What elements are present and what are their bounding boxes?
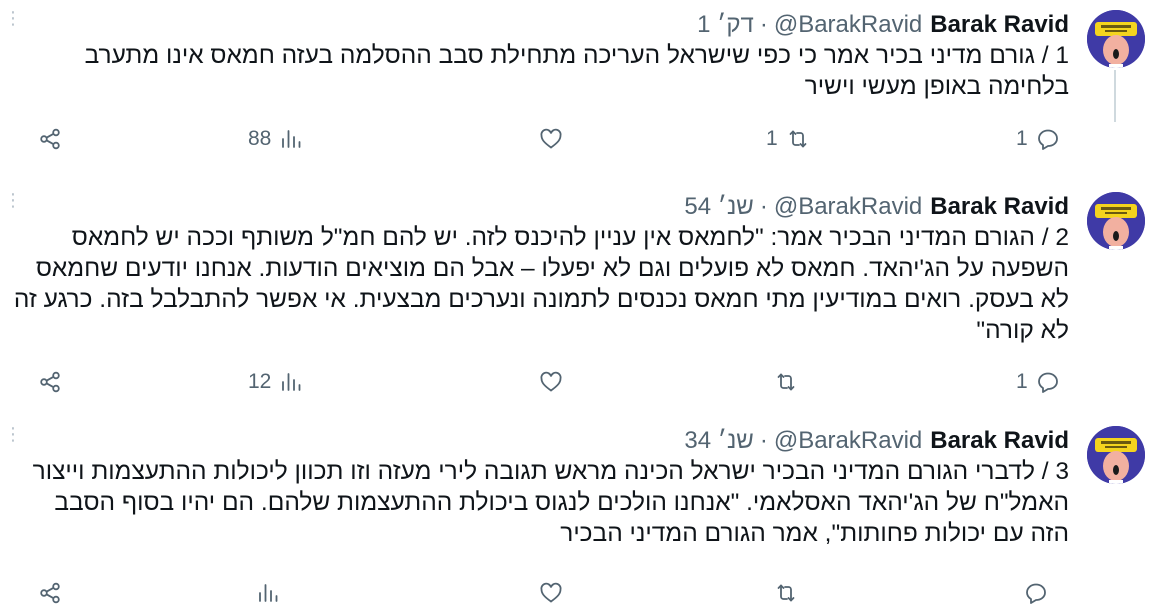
views-button[interactable]: 88 (248, 122, 303, 156)
avatar[interactable] (1087, 426, 1145, 484)
reply-icon (1037, 372, 1058, 393)
like-button[interactable] (539, 122, 563, 156)
tweet[interactable]: ⋮ Barak Ravid @BarakRavid · 34 שנ׳ 3 / ל… (0, 416, 1153, 609)
retweet-button[interactable] (766, 365, 798, 399)
author-handle[interactable]: @BarakRavid (774, 11, 922, 39)
retweet-button[interactable]: 1 (766, 122, 810, 156)
reply-button[interactable]: 1 (1016, 365, 1060, 399)
retweet-icon (777, 584, 795, 602)
more-icon[interactable]: ⋮ (4, 191, 22, 222)
tweet-text: 1 / גורם מדיני בכיר אמר כי כפי שישראל הע… (77, 42, 1069, 100)
author-handle[interactable]: @BarakRavid (774, 193, 922, 221)
more-icon[interactable]: ⋮ (4, 425, 22, 456)
tweet-text: 2 / הגורם המדיני הבכיר אמר: "לחמאס אין ע… (7, 224, 1069, 344)
views-button[interactable] (248, 576, 280, 609)
retweet-button[interactable] (766, 576, 798, 609)
retweet-icon (789, 130, 807, 148)
tweet[interactable]: ⋮ Barak Ravid @BarakRavid · 1 דק׳ 1 / גו… (0, 0, 1153, 182)
share-icon (40, 582, 60, 604)
reply-icon (1037, 129, 1058, 150)
views-count: 12 (248, 370, 272, 393)
timestamp[interactable]: 54 שנ׳ (684, 193, 753, 221)
separator: · (759, 427, 768, 454)
author-handle[interactable]: @BarakRavid (774, 427, 922, 455)
timestamp[interactable]: 1 דק׳ (697, 11, 754, 39)
tweet[interactable]: ⋮ Barak Ravid @BarakRavid · 54 שנ׳ 2 / ה… (0, 182, 1153, 416)
views-icon (282, 373, 301, 391)
like-button[interactable] (539, 365, 563, 399)
retweet-icon (777, 373, 795, 391)
heart-icon (540, 371, 562, 392)
heart-icon (540, 582, 562, 603)
views-icon (259, 584, 278, 602)
retweet-count: 1 (766, 127, 778, 150)
avatar[interactable] (1087, 192, 1145, 250)
separator: · (759, 193, 768, 220)
reply-icon (1026, 583, 1046, 604)
tweet-header: Barak Ravid @BarakRavid · 1 דק׳ (697, 10, 1069, 40)
author-name[interactable]: Barak Ravid (930, 427, 1069, 455)
share-button[interactable] (38, 365, 62, 399)
share-icon (40, 371, 60, 393)
like-button[interactable] (539, 576, 563, 609)
tweet-header: Barak Ravid @BarakRavid · 34 שנ׳ (684, 426, 1069, 456)
more-icon[interactable]: ⋮ (4, 9, 22, 40)
reply-button[interactable]: 1 (1016, 122, 1060, 156)
share-button[interactable] (38, 576, 62, 609)
tweet-actions (0, 576, 1153, 609)
reply-count: 1 (1016, 370, 1028, 393)
tweet-actions: 12 1 (0, 365, 1153, 399)
share-icon (40, 128, 60, 150)
author-name[interactable]: Barak Ravid (930, 11, 1069, 39)
tweet-header: Barak Ravid @BarakRavid · 54 שנ׳ (684, 192, 1069, 222)
reply-button[interactable] (1016, 576, 1048, 609)
share-button[interactable] (38, 122, 62, 156)
author-name[interactable]: Barak Ravid (930, 193, 1069, 221)
heart-icon (540, 128, 562, 149)
reply-count: 1 (1016, 127, 1028, 150)
views-count: 88 (248, 127, 272, 150)
separator: · (759, 11, 768, 38)
tweet-text: 3 / לדברי הגורם המדיני הבכיר ישראל הכינה… (25, 458, 1069, 547)
tweet-actions: 88 1 1 (0, 122, 1153, 156)
avatar[interactable] (1087, 10, 1145, 68)
views-button[interactable]: 12 (248, 365, 303, 399)
views-icon (282, 130, 301, 148)
timestamp[interactable]: 34 שנ׳ (684, 427, 753, 455)
